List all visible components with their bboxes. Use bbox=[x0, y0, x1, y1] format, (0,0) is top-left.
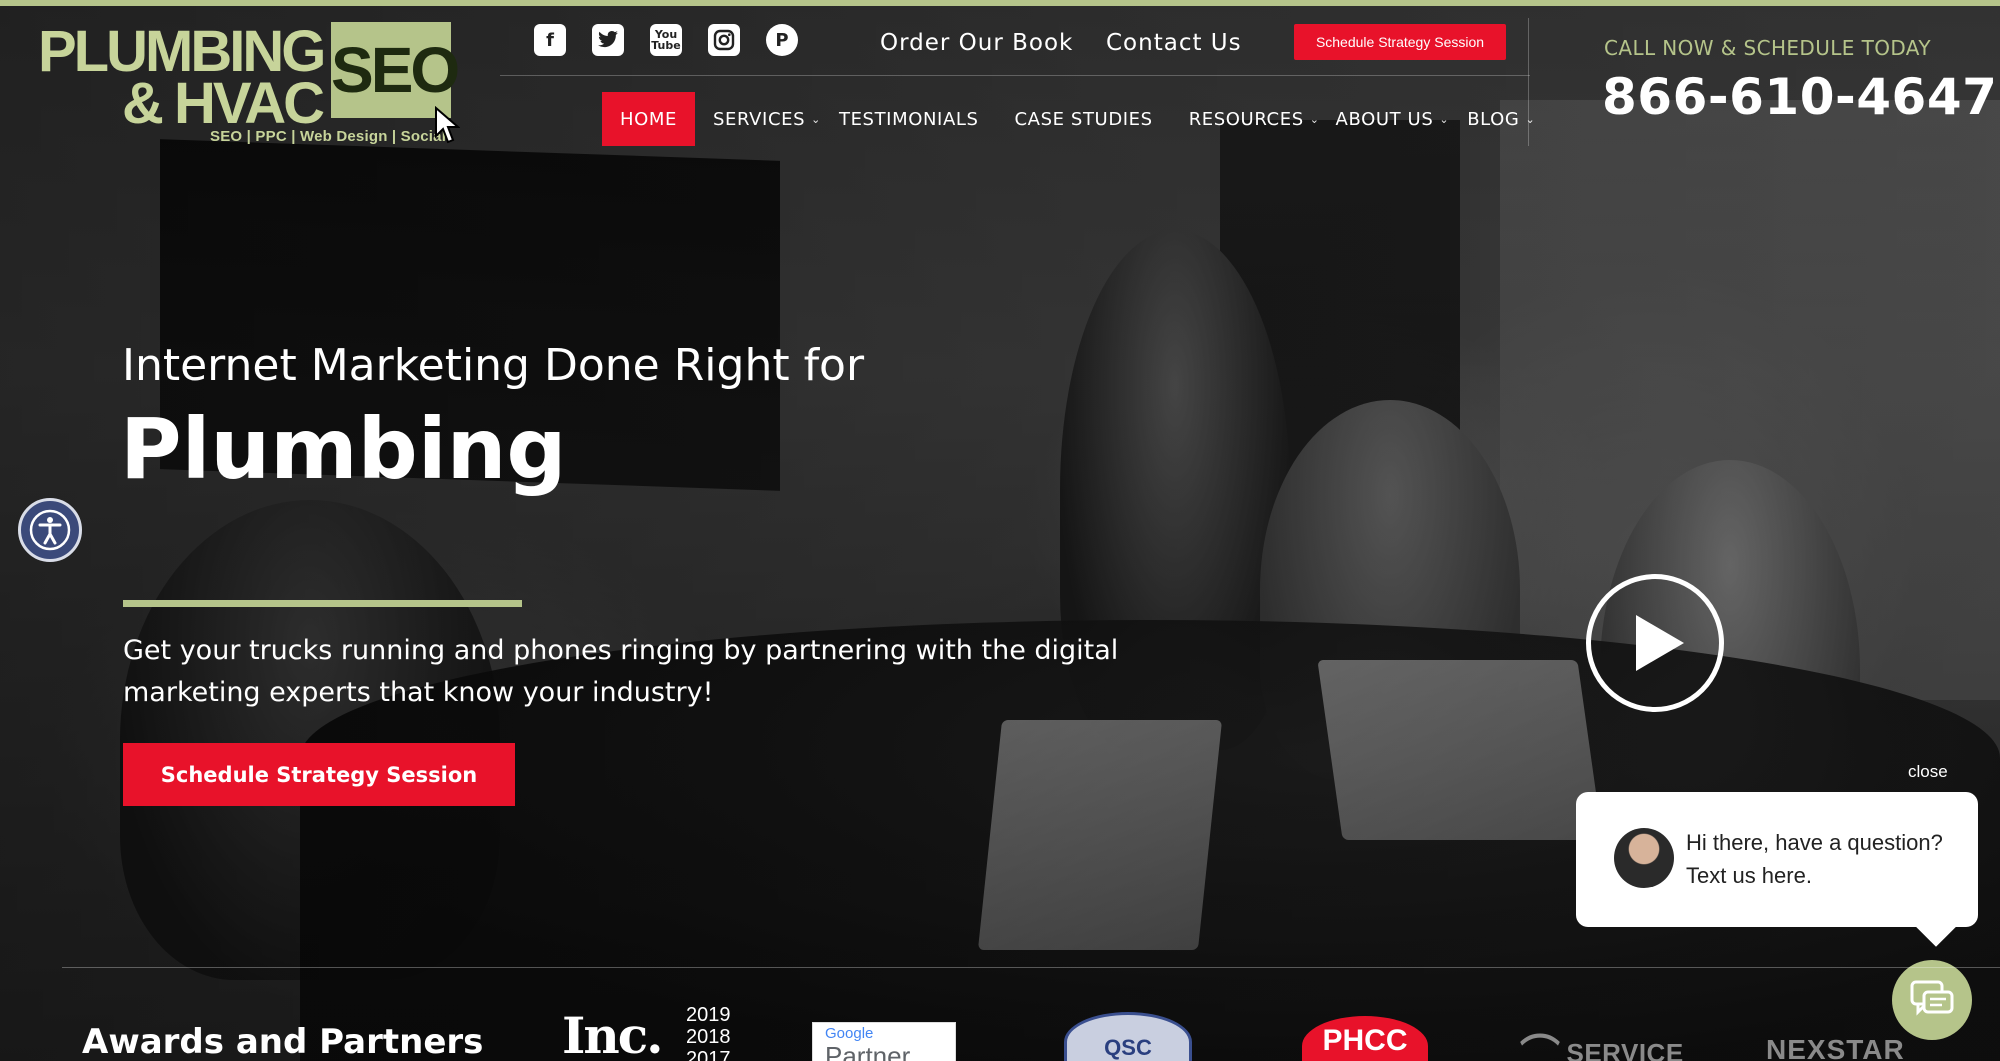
google-partner-logo: Google Partner bbox=[812, 1022, 956, 1061]
chat-icon bbox=[1910, 980, 1954, 1016]
call-now-label: CALL NOW & SCHEDULE TODAY bbox=[1604, 36, 1931, 60]
nav-services-label: SERVICES bbox=[713, 108, 806, 130]
chevron-down-icon: ⌄ bbox=[1525, 112, 1536, 126]
hero-accent-rule bbox=[123, 600, 522, 607]
logo-tagline: SEO | PPC | Web Design | Social bbox=[210, 128, 447, 145]
logo-seo-badge: SEO bbox=[331, 22, 460, 118]
accessibility-icon bbox=[29, 509, 71, 551]
inc-year: 2018 bbox=[686, 1026, 731, 1048]
inc-year: 2017 bbox=[686, 1048, 731, 1061]
nav-about-us-label: ABOUT US bbox=[1335, 108, 1434, 130]
nav-testimonials[interactable]: TESTIMONIALS bbox=[839, 92, 979, 146]
order-book-link[interactable]: Order Our Book bbox=[880, 30, 1073, 56]
nav-blog[interactable]: BLOG ⌄ bbox=[1467, 92, 1535, 146]
hero-title: Plumbing bbox=[120, 400, 567, 498]
chat-launcher-button[interactable] bbox=[1892, 960, 1972, 1040]
chevron-down-icon: ⌄ bbox=[1309, 112, 1320, 126]
nav-resources-label: RESOURCES bbox=[1188, 108, 1304, 130]
play-video-button[interactable] bbox=[1586, 574, 1724, 712]
chat-popup[interactable]: Hi there, have a question? Text us here. bbox=[1576, 792, 1978, 927]
chevron-down-icon: ⌄ bbox=[1439, 112, 1450, 126]
hero-description: Get your trucks running and phones ringi… bbox=[123, 635, 1119, 708]
hero-schedule-button[interactable]: Schedule Strategy Session bbox=[123, 743, 515, 806]
google-partner-large-text: Partner bbox=[825, 1041, 911, 1061]
nav-case-studies[interactable]: CASE STUDIES bbox=[1015, 92, 1153, 146]
service-roundtable-text: SERVICE bbox=[1566, 1038, 1684, 1061]
inc-year: 2019 bbox=[686, 1004, 731, 1026]
nav-home-label: HOME bbox=[620, 108, 678, 130]
nav-case-studies-label: CASE STUDIES bbox=[1014, 108, 1153, 130]
nav-testimonials-label: TESTIMONIALS bbox=[838, 108, 979, 130]
accessibility-button[interactable] bbox=[18, 498, 82, 562]
nav-about-us[interactable]: ABOUT US ⌄ bbox=[1336, 92, 1450, 146]
service-roundtable-logo: ⌒ SERVICE bbox=[1520, 1022, 1684, 1061]
site-logo[interactable]: PLUMBING & HVAC SEO SEO | PPC | Web Desi… bbox=[38, 22, 460, 152]
nav-blog-label: BLOG bbox=[1467, 108, 1520, 130]
header-schedule-button[interactable]: Schedule Strategy Session bbox=[1294, 24, 1506, 60]
nav-home[interactable]: HOME bbox=[602, 92, 696, 146]
top-accent-strip bbox=[0, 0, 2000, 6]
nav-services[interactable]: SERVICES ⌄ bbox=[713, 92, 821, 146]
chat-message: Hi there, have a question? Text us here. bbox=[1686, 830, 1943, 888]
youtube-icon[interactable]: You Tube bbox=[650, 24, 682, 56]
pinterest-icon[interactable]: P bbox=[766, 24, 798, 56]
hero-kicker: Internet Marketing Done Right for bbox=[122, 340, 865, 391]
phone-number-link[interactable]: 866-610-4647 bbox=[1602, 68, 1997, 126]
main-nav: HOME SERVICES ⌄ TESTIMONIALS CASE STUDIES… bbox=[602, 92, 1535, 146]
instagram-icon[interactable] bbox=[708, 24, 740, 56]
play-icon bbox=[1636, 615, 1684, 671]
chat-close-link[interactable]: close bbox=[1908, 762, 1948, 782]
header-divider bbox=[500, 75, 1530, 76]
awards-divider bbox=[62, 967, 2000, 968]
social-links: f You Tube P bbox=[534, 24, 798, 58]
nexstar-logo: NEXSTAR bbox=[1766, 1034, 1905, 1061]
awards-title: Awards and Partners bbox=[82, 1022, 484, 1061]
chat-agent-avatar bbox=[1614, 828, 1674, 888]
mouse-cursor-icon bbox=[435, 106, 460, 144]
inc-5000-years: 2019 2018 2017 bbox=[686, 1004, 731, 1061]
service-roundtable-icon: ⌒ bbox=[1520, 1033, 1561, 1061]
contact-us-link[interactable]: Contact Us bbox=[1106, 30, 1242, 56]
inc-5000-logo: Inc. bbox=[562, 1006, 664, 1061]
google-partner-small-text: Google bbox=[825, 1025, 874, 1042]
logo-text-line2: & HVAC bbox=[122, 71, 325, 136]
homepage: PLUMBING & HVAC SEO SEO | PPC | Web Desi… bbox=[0, 0, 2000, 1061]
facebook-icon[interactable]: f bbox=[534, 24, 566, 56]
chevron-down-icon: ⌄ bbox=[811, 112, 821, 126]
twitter-icon[interactable] bbox=[592, 24, 624, 56]
nav-resources[interactable]: RESOURCES ⌄ bbox=[1189, 92, 1320, 146]
